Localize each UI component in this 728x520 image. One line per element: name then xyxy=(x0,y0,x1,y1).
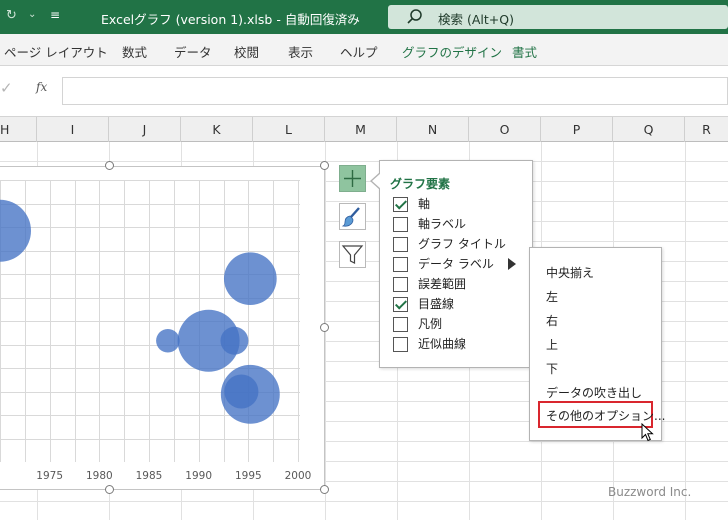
quick-access-customize-icon[interactable]: ≡ xyxy=(50,8,60,22)
tab-page-layout[interactable]: ページ レイアウト xyxy=(4,42,108,61)
redo-dropdown-icon[interactable]: ⌄ xyxy=(28,9,36,20)
resize-handle-bottom[interactable] xyxy=(105,485,114,494)
funnel-icon xyxy=(341,245,364,264)
tab-chart-design[interactable]: グラフのデザイン xyxy=(402,42,502,61)
trendline-label: 近似曲線 xyxy=(418,337,467,351)
column-header-l[interactable]: L xyxy=(253,117,325,142)
search-icon xyxy=(407,9,422,24)
column-headers: H I J K L M N O P Q R xyxy=(0,117,728,142)
axes-label: 軸 xyxy=(418,197,431,211)
legend-label: 凡例 xyxy=(418,317,443,331)
resize-handle-right[interactable] xyxy=(320,323,329,332)
tab-view[interactable]: 表示 xyxy=(288,42,313,61)
tab-data[interactable]: データ xyxy=(174,42,212,61)
brush-icon xyxy=(341,207,360,227)
bubble-point[interactable] xyxy=(224,374,259,409)
axis-titles-label: 軸ラベル xyxy=(418,217,467,231)
menu-item-above[interactable]: 上 xyxy=(546,336,558,353)
chart-elements-title: グラフ要素 xyxy=(390,177,451,191)
menu-item-right[interactable]: 右 xyxy=(546,312,558,329)
bubble-point[interactable] xyxy=(223,252,277,306)
bubble-point[interactable] xyxy=(220,326,249,355)
watermark: Buzzword Inc. xyxy=(608,485,692,499)
resize-handle-top[interactable] xyxy=(105,161,114,170)
axis-titles-checkbox[interactable] xyxy=(393,217,408,232)
column-header-o[interactable]: O xyxy=(469,117,541,142)
error-bars-label: 誤差範囲 xyxy=(418,277,467,291)
data-labels-label: データ ラベル xyxy=(418,257,494,271)
file-name: Excelグラフ (version 1).xlsb xyxy=(101,12,273,27)
resize-handle-top-right[interactable] xyxy=(320,161,329,170)
tab-formulas[interactable]: 数式 xyxy=(122,42,147,61)
column-header-i[interactable]: I xyxy=(37,117,109,142)
search-placeholder: 検索 (Alt+Q) xyxy=(438,12,514,27)
chart-title-checkbox[interactable] xyxy=(393,237,408,252)
error-bars-checkbox[interactable] xyxy=(393,277,408,292)
trendline-checkbox[interactable] xyxy=(393,337,408,352)
column-header-n[interactable]: N xyxy=(397,117,469,142)
submenu-arrow-icon[interactable] xyxy=(508,258,516,270)
mouse-cursor-icon xyxy=(641,423,654,442)
x-tick-label: 1980 xyxy=(85,470,113,482)
menu-item-below[interactable]: 下 xyxy=(546,360,558,377)
column-header-q[interactable]: Q xyxy=(613,117,685,142)
menu-item-data-callout[interactable]: データの吹き出し xyxy=(546,384,642,401)
title-bar: ↻ ⌄ ≡ Excelグラフ (version 1).xlsb - 自動回復済み… xyxy=(0,0,728,34)
column-header-j[interactable]: J xyxy=(109,117,181,142)
axes-checkbox[interactable] xyxy=(393,197,408,212)
x-tick-label: 1990 xyxy=(185,470,213,482)
gridlines-checkbox[interactable] xyxy=(393,297,408,312)
menu-item-more-options[interactable]: その他のオプション... xyxy=(546,407,665,424)
window-title: Excelグラフ (version 1).xlsb - 自動回復済み xyxy=(101,9,360,28)
plus-icon xyxy=(344,170,361,187)
x-tick-label: 1985 xyxy=(135,470,163,482)
gridlines-label: 目盛線 xyxy=(418,297,455,311)
x-tick-label: 2000 xyxy=(284,470,312,482)
plot-area[interactable] xyxy=(0,180,300,462)
chart-filters-button[interactable] xyxy=(339,241,366,268)
column-header-r[interactable]: R xyxy=(685,117,728,142)
bubble-series xyxy=(0,199,280,424)
column-header-h[interactable]: H xyxy=(0,117,37,142)
column-header-k[interactable]: K xyxy=(181,117,253,142)
bubble-point[interactable] xyxy=(0,199,31,262)
chart-elements-button[interactable] xyxy=(339,165,366,192)
title-dropdown-icon[interactable]: ⌄ xyxy=(346,11,354,21)
menu-item-center[interactable]: 中央揃え xyxy=(546,264,594,281)
title-separator: - xyxy=(276,12,281,27)
tab-format[interactable]: 書式 xyxy=(512,42,537,61)
menu-item-left[interactable]: 左 xyxy=(546,288,558,305)
x-tick-label: 1975 xyxy=(36,470,64,482)
ribbon-tabs: ページ レイアウト 数式 データ 校閲 表示 ヘルプ グラフのデザイン 書式 xyxy=(0,34,728,66)
x-tick-label: 1995 xyxy=(234,470,262,482)
panel-pointer-inner xyxy=(372,173,381,189)
search-box[interactable]: 検索 (Alt+Q) xyxy=(388,5,728,29)
tab-review[interactable]: 校閲 xyxy=(234,42,259,61)
column-header-m[interactable]: M xyxy=(325,117,397,142)
resize-handle-bottom-right[interactable] xyxy=(320,485,329,494)
column-header-p[interactable]: P xyxy=(541,117,613,142)
tab-help[interactable]: ヘルプ xyxy=(340,42,378,61)
chart-styles-button[interactable] xyxy=(339,203,366,230)
data-labels-checkbox[interactable] xyxy=(393,257,408,272)
redo-icon[interactable]: ↻ xyxy=(6,8,17,23)
formula-input[interactable] xyxy=(62,77,728,105)
check-icon[interactable]: ✓ xyxy=(0,79,13,97)
legend-checkbox[interactable] xyxy=(393,317,408,332)
insert-function-button[interactable]: fx xyxy=(36,80,47,94)
chart-title-label: グラフ タイトル xyxy=(418,237,506,251)
bubble-point[interactable] xyxy=(156,328,180,353)
